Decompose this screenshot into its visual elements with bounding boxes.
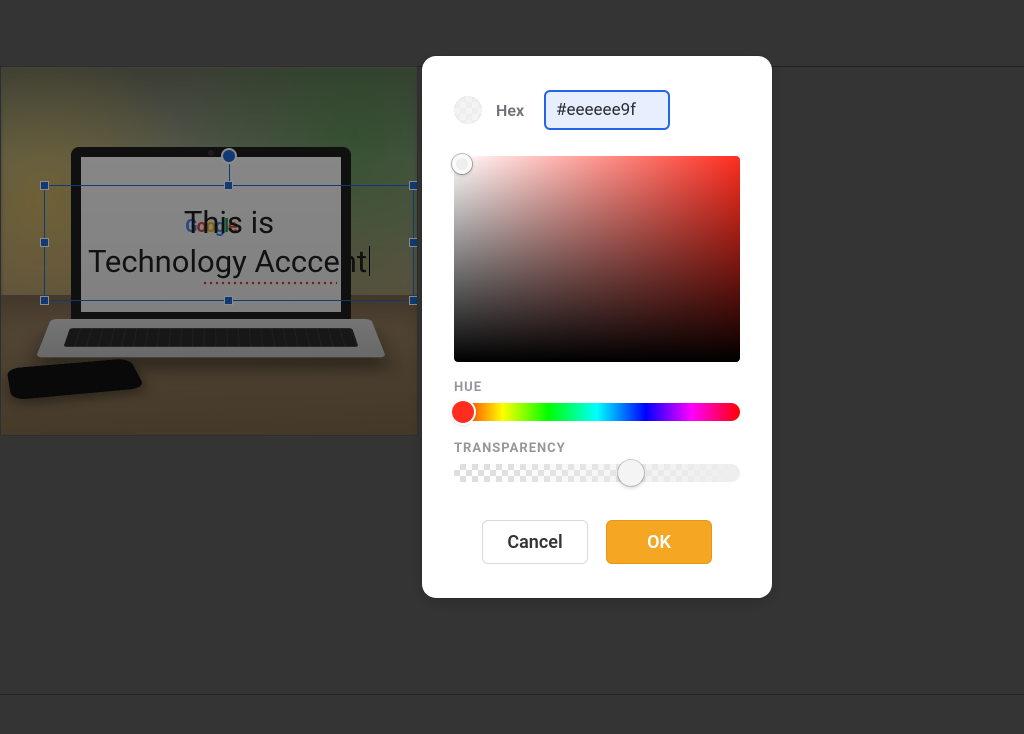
hue-slider[interactable] [454, 403, 740, 421]
sv-thumb[interactable] [452, 154, 472, 174]
hex-input[interactable] [544, 90, 670, 130]
hue-label: HUE [454, 380, 740, 395]
hue-thumb[interactable] [452, 401, 474, 423]
color-picker-popover: Hex HUE TRANSPARENCY Cancel OK [422, 56, 772, 598]
hex-label: Hex [496, 101, 524, 120]
color-swatch [454, 96, 482, 124]
cancel-button[interactable]: Cancel [482, 520, 588, 564]
transparency-slider[interactable] [454, 464, 740, 482]
saturation-value-panel[interactable] [454, 156, 740, 362]
transparency-label: TRANSPARENCY [454, 441, 740, 456]
transparency-thumb[interactable] [618, 460, 644, 486]
ok-button[interactable]: OK [606, 520, 712, 564]
